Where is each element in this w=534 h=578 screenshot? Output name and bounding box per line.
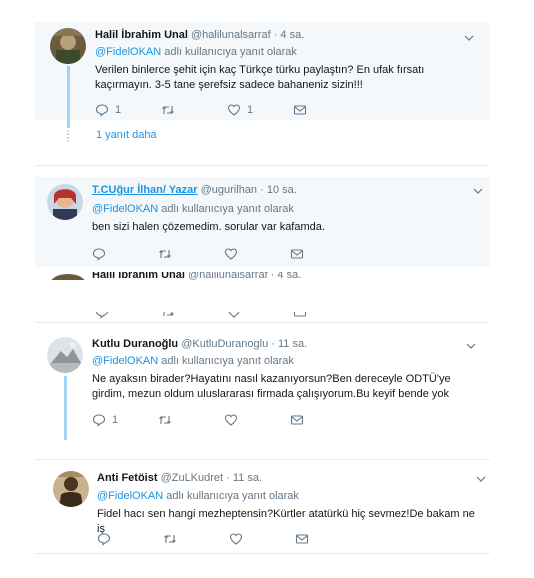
- message-button[interactable]: [295, 532, 361, 546]
- reply-button[interactable]: 1: [92, 413, 158, 427]
- reply-button[interactable]: [97, 532, 163, 546]
- reply-context: @FidelOKAN adlı kullanıcıya yanıt olarak: [92, 202, 294, 217]
- author-handle[interactable]: @KutluDuranoglu: [181, 338, 268, 350]
- tweet-time[interactable]: · 11 sa.: [226, 472, 262, 484]
- author-name[interactable]: Halil İbrahim Unal: [92, 272, 185, 280]
- avatar[interactable]: [47, 184, 83, 220]
- like-button[interactable]: [224, 247, 290, 261]
- thread-line: [64, 376, 67, 440]
- retweet-button[interactable]: [158, 247, 224, 261]
- more-replies-link[interactable]: 1 yanıt daha: [96, 129, 157, 141]
- reply-button[interactable]: [92, 247, 158, 261]
- retweet-icon: [163, 312, 174, 316]
- tweet-time[interactable]: · 11 sa.: [271, 338, 307, 350]
- tweet-actions: [97, 532, 361, 546]
- avatar: [50, 274, 86, 280]
- mention-link[interactable]: @FidelOKAN: [95, 46, 161, 58]
- reply-context: @FidelOKAN adlı kullanıcıya yanıt olarak: [97, 489, 299, 504]
- heart-icon: [227, 104, 241, 116]
- retweet-button[interactable]: [161, 103, 227, 117]
- heart-icon: [229, 533, 243, 545]
- author-name[interactable]: Kutlu Duranoğlu: [92, 338, 178, 350]
- message-button[interactable]: [290, 247, 356, 261]
- reply-count: 1: [112, 414, 119, 426]
- tweet-actions: 1 1: [95, 103, 359, 117]
- retweet-icon: [159, 416, 171, 424]
- chevron-down-icon[interactable]: [473, 186, 483, 196]
- chevron-down-icon[interactable]: [464, 33, 474, 43]
- mention-link[interactable]: @FidelOKAN: [97, 490, 163, 502]
- reply-icon: [95, 104, 109, 117]
- author-handle[interactable]: @ugurilhan: [201, 184, 257, 196]
- tweet-time[interactable]: · 10 sa.: [260, 184, 297, 196]
- author-handle[interactable]: @ZuLKudret: [161, 472, 224, 484]
- heart-icon: [224, 414, 238, 426]
- divider: [35, 165, 490, 166]
- message-button[interactable]: [290, 413, 356, 427]
- chevron-down-icon[interactable]: [466, 341, 476, 351]
- heart-icon: [228, 312, 240, 318]
- retweet-button[interactable]: [163, 532, 229, 546]
- like-button[interactable]: 1: [227, 103, 293, 117]
- like-button[interactable]: [229, 532, 295, 546]
- tweet-header: Anti Fetöist @ZuLKudret · 11 sa.: [97, 471, 262, 486]
- like-button[interactable]: [224, 413, 290, 427]
- chevron-down-icon[interactable]: [476, 474, 486, 484]
- author-name[interactable]: T.CUğur İlhan/ Yazar: [92, 184, 198, 196]
- heart-icon: [224, 248, 238, 260]
- divider: [35, 553, 490, 554]
- tweet-actions: 1: [92, 413, 356, 427]
- author-name[interactable]: Halil İbrahim Unal: [95, 29, 188, 41]
- envelope-icon: [290, 249, 304, 259]
- retweet-icon: [164, 535, 176, 543]
- reply-context: @FidelOKAN adlı kullanıcıya yanıt olarak: [92, 354, 294, 369]
- author-handle[interactable]: @halilunalsarraf: [191, 29, 271, 41]
- reply-icon: [97, 533, 111, 546]
- reply-icon: [92, 248, 106, 261]
- thread-dots: [67, 130, 69, 142]
- clipped-tweet-actions: [35, 312, 490, 322]
- reply-count: 1: [115, 104, 122, 116]
- envelope-icon: [290, 415, 304, 425]
- reply-context: @FidelOKAN adlı kullanıcıya yanıt olarak: [95, 45, 297, 60]
- message-button[interactable]: [293, 103, 359, 117]
- reply-button[interactable]: 1: [95, 103, 161, 117]
- reply-context-text: adlı kullanıcıya yanıt olarak: [158, 203, 294, 215]
- tweet-text: Ne ayaksın birader?Hayatını nasıl kazanı…: [92, 373, 451, 400]
- tweet-actions: [92, 247, 356, 261]
- mention-link[interactable]: @FidelOKAN: [92, 203, 158, 215]
- retweet-button[interactable]: [158, 413, 224, 427]
- reply-icon: [95, 312, 108, 319]
- retweet-icon: [162, 106, 174, 114]
- reply-context-text: adlı kullanıcıya yanıt olarak: [163, 490, 299, 502]
- tweet-text: ben sizi halen çözemedim. sorular var ka…: [92, 221, 325, 233]
- tweet-time[interactable]: · 4 sa.: [274, 29, 305, 41]
- tweet-header: Kutlu Duranoğlu @KutluDuranoglu · 11 sa.: [92, 337, 307, 352]
- avatar[interactable]: [53, 471, 89, 507]
- avatar[interactable]: [50, 28, 86, 64]
- tweet-header: Halil İbrahim Unal @halilunalsarraf · 4 …: [95, 28, 304, 43]
- reply-context-text: adlı kullanıcıya yanıt olarak: [161, 46, 297, 58]
- avatar[interactable]: [47, 337, 83, 373]
- reply-icon: [92, 414, 106, 427]
- thread-line: [67, 66, 70, 128]
- like-count: 1: [247, 104, 254, 116]
- envelope-icon: [293, 105, 307, 115]
- clipped-tweet-top: Halil İbrahim Unal @halilunalsarraf · 4 …: [35, 272, 490, 280]
- reply-context-text: adlı kullanıcıya yanıt olarak: [158, 355, 294, 367]
- author-handle[interactable]: @halilunalsarraf · 4 sa.: [188, 272, 301, 280]
- tweet-header: T.CUğur İlhan/ Yazar @ugurilhan · 10 sa.: [92, 183, 297, 198]
- mention-link[interactable]: @FidelOKAN: [92, 355, 158, 367]
- envelope-icon: [295, 534, 309, 544]
- author-name[interactable]: Anti Fetöist: [97, 472, 158, 484]
- divider: [35, 322, 490, 323]
- tweet-text: Verilen binlerce şehit için kaç Türkçe t…: [95, 64, 425, 91]
- divider: [35, 459, 490, 460]
- envelope-icon: [293, 312, 307, 317]
- retweet-icon: [159, 250, 171, 258]
